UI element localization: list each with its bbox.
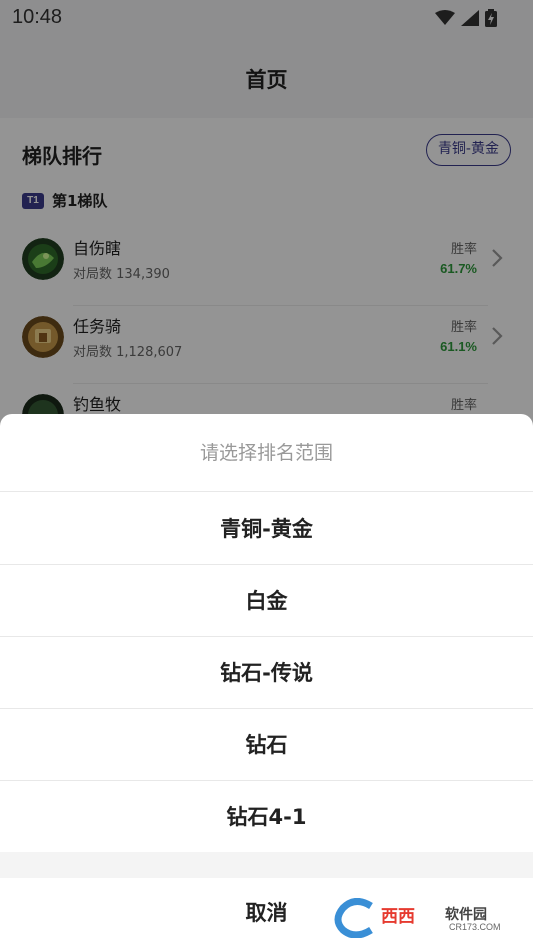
sheet-separator [0,852,533,878]
option-diamond[interactable]: 钻石 [0,709,533,781]
watermark-sub: 软件园 [445,907,487,923]
option-diamond-legend[interactable]: 钻石-传说 [0,637,533,709]
option-diamond-4-1[interactable]: 钻石4-1 [0,781,533,853]
option-platinum[interactable]: 白金 [0,565,533,637]
watermark-url: CR173.COM [449,922,501,932]
option-bronze-gold[interactable]: 青铜-黄金 [0,493,533,565]
watermark-brand: 西西 [381,907,415,927]
watermark-logo: 西西 软件园 CR173.COM [333,898,513,938]
watermark-c-icon [334,898,373,938]
range-picker-sheet: 请选择排名范围 青铜-黄金 白金 钻石-传说 钻石 钻石4-1 取消 [0,414,533,948]
sheet-title: 请选择排名范围 [0,414,533,492]
